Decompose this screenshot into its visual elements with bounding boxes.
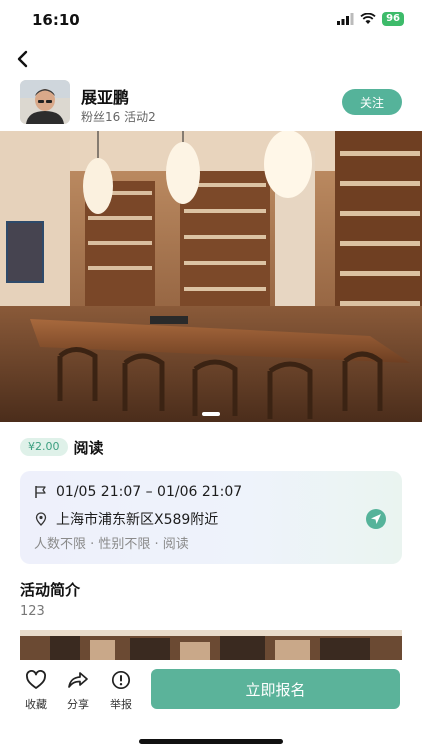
author-row: 展亚鹏 粉丝16 活动2 关注: [20, 80, 402, 124]
report-label: 举报: [110, 698, 132, 711]
signup-button[interactable]: 立即报名: [151, 669, 400, 709]
status-icons: 96: [337, 12, 404, 26]
intro-text: 123: [20, 604, 45, 619]
intro-image[interactable]: [20, 630, 402, 660]
share-button[interactable]: 分享: [60, 670, 96, 712]
carousel-indicator: [202, 412, 220, 416]
price-badge: ¥2.00: [20, 438, 68, 456]
author-stats: 粉丝16 活动2: [81, 110, 156, 124]
navigation-button[interactable]: [366, 509, 386, 529]
intro-heading: 活动简介: [20, 581, 81, 599]
back-button[interactable]: [12, 48, 34, 70]
report-icon: [111, 670, 131, 690]
back-arrow-icon: [17, 50, 28, 68]
activity-title-row: ¥2.00 阅读: [20, 437, 104, 457]
avatar[interactable]: [20, 80, 70, 124]
activity-title: 阅读: [73, 438, 104, 457]
heart-icon: [26, 670, 46, 689]
flag-icon: [35, 486, 46, 498]
share-icon: [68, 672, 88, 688]
activity-location: 上海市浦东新区X589附近: [56, 512, 219, 528]
share-label: 分享: [67, 698, 89, 711]
signal-icon: [337, 13, 354, 25]
home-indicator: [139, 739, 283, 744]
navigation-icon: [371, 514, 381, 524]
location-pin-icon: [35, 512, 47, 526]
report-button[interactable]: 举报: [103, 670, 139, 712]
status-time: 16:10: [32, 11, 80, 29]
wifi-icon: [360, 13, 376, 24]
hero-image[interactable]: [0, 131, 422, 422]
author-name[interactable]: 展亚鹏: [81, 84, 129, 108]
activity-datetime: 01/05 21:07 – 01/06 21:07: [56, 484, 243, 500]
status-bar: 16:10 96: [0, 0, 422, 40]
datetime-row: 01/05 21:07 – 01/06 21:07: [34, 484, 242, 500]
location-row[interactable]: 上海市浦东新区X589附近: [34, 509, 218, 529]
activity-info-card: 01/05 21:07 – 01/06 21:07 上海市浦东新区X589附近 …: [20, 471, 402, 564]
favorite-button[interactable]: 收藏: [18, 670, 54, 712]
favorite-label: 收藏: [25, 698, 47, 711]
activity-tags: 人数不限 · 性别不限 · 阅读: [34, 537, 189, 552]
battery-icon: 96: [382, 12, 404, 26]
bottom-action-bar: 收藏 分享 举报 立即报名: [0, 660, 422, 750]
follow-button[interactable]: 关注: [342, 89, 402, 115]
